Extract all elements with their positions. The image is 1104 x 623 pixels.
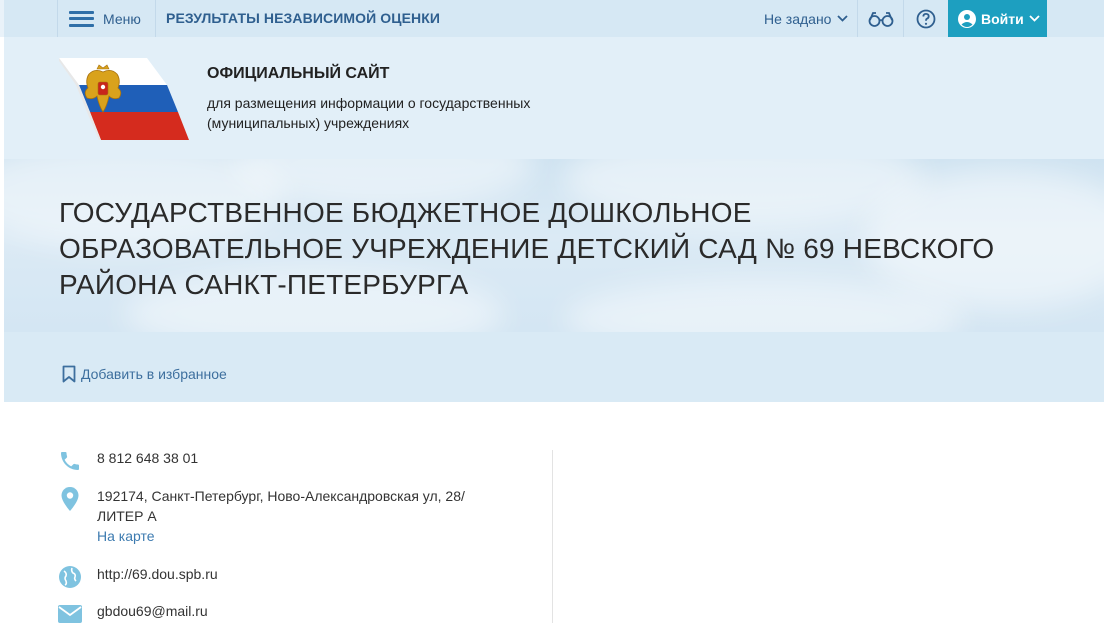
menu-label: Меню [103,10,141,27]
top-navbar: Меню РЕЗУЛЬТАТЫ НЕЗАВИСИМОЙ ОЦЕНКИ Не за… [0,0,1104,37]
address-line-1: 192174, Санкт-Петербург, Ново-Александро… [97,488,465,504]
address-block: 192174, Санкт-Петербург, Ново-Александро… [97,486,465,546]
phone-icon [57,448,83,474]
organization-name: ГОСУДАРСТВЕННОЕ БЮДЖЕТНОЕ ДОШКОЛЬНОЕ ОБР… [59,197,995,300]
column-divider [552,450,553,623]
user-icon [958,9,976,28]
organization-banner: ГОСУДАРСТВЕННОЕ БЮДЖЕТНОЕ ДОШКОЛЬНОЕ ОБР… [4,159,1104,332]
contact-website: http://69.dou.spb.ru [57,564,218,590]
add-to-favorites-link[interactable]: Добавить в избранное [62,365,227,383]
contact-address: 192174, Санкт-Петербург, Ново-Александро… [57,486,465,546]
bookmark-icon [62,365,76,383]
contact-email: gbdou69@mail.ru [57,601,208,623]
chevron-down-icon [837,15,849,22]
contacts-section: 8 812 648 38 01 192174, Санкт-Петербург,… [4,402,1104,623]
add-to-favorites-label: Добавить в избранное [81,366,227,382]
chevron-down-icon [1029,15,1040,22]
globe-icon [57,564,83,590]
email-link[interactable]: gbdou69@mail.ru [97,601,208,621]
nav-right-edge [1047,0,1104,37]
region-select[interactable]: Не задано [752,0,857,37]
email-icon [57,601,83,623]
address-line-2: ЛИТЕР А [97,508,157,524]
contact-phone: 8 812 648 38 01 [57,448,198,474]
nav-left-edge [0,0,4,37]
help-button[interactable] [903,0,948,37]
site-header: ОФИЦИАЛЬНЫЙ САЙТ для размещения информац… [4,37,1104,159]
accessibility-button[interactable] [857,0,903,37]
location-pin-icon [57,486,83,512]
map-link[interactable]: На карте [97,526,465,546]
website-link[interactable]: http://69.dou.spb.ru [97,564,218,584]
site-title: ОФИЦИАЛЬНЫЙ САЙТ [207,65,390,82]
glasses-icon [868,11,893,27]
nav-title-link[interactable]: РЕЗУЛЬТАТЫ НЕЗАВИСИМОЙ ОЦЕНКИ [166,0,440,37]
menu-button[interactable]: Меню [57,0,156,37]
site-subtitle: для размещения информации о государствен… [207,95,531,131]
login-button[interactable]: Войти [948,0,1047,37]
burger-menu-icon [69,10,94,27]
help-icon [916,9,936,28]
login-label: Войти [981,10,1024,27]
russian-flag-emblem-logo[interactable] [59,58,189,140]
favorites-band: Добавить в избранное [4,332,1104,402]
region-label: Не задано [764,10,832,27]
phone-number: 8 812 648 38 01 [97,450,199,466]
